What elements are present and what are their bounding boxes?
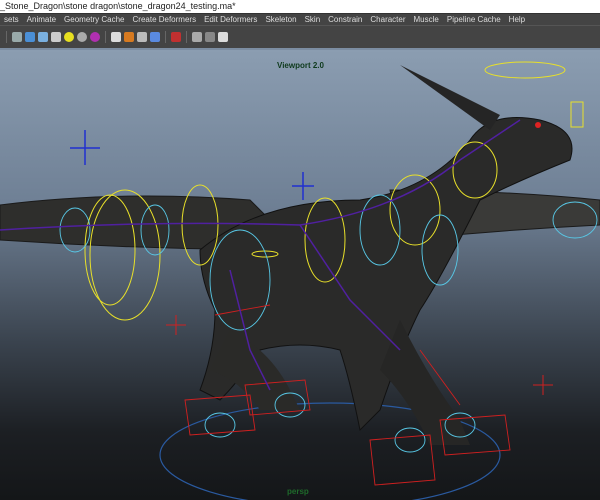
viewport-toolbar — [0, 26, 600, 48]
menu-item[interactable]: Pipeline Cache — [443, 14, 505, 25]
xray-joints-icon[interactable] — [205, 32, 215, 42]
smooth-shade-icon[interactable] — [25, 32, 35, 42]
isolate-select-icon[interactable] — [171, 32, 181, 42]
menu-item[interactable]: Edit Deformers — [200, 14, 261, 25]
dragon-scene[interactable] — [0, 50, 600, 500]
toolbar-separator — [105, 31, 106, 43]
motion-blur-icon[interactable] — [150, 32, 160, 42]
menu-item[interactable]: Skin — [301, 14, 325, 25]
window-title: _Stone_Dragon\stone dragon\stone_dragon2… — [0, 0, 600, 13]
menu-item[interactable]: Help — [505, 14, 529, 25]
menu-item[interactable]: Constrain — [324, 14, 366, 25]
lights-all-icon[interactable] — [77, 32, 87, 42]
lights-selected-icon[interactable] — [90, 32, 100, 42]
menu-item[interactable]: Skeleton — [261, 14, 300, 25]
menu-item[interactable]: Character — [366, 14, 409, 25]
toolbar-separator — [186, 31, 187, 43]
menu-item[interactable]: Animate — [23, 14, 60, 25]
dragon-eye — [535, 122, 541, 128]
menu-item[interactable]: Create Deformers — [129, 14, 201, 25]
wireframe-icon[interactable] — [12, 32, 22, 42]
camera-label: persp — [287, 487, 309, 496]
textured-icon[interactable] — [51, 32, 61, 42]
menu-item[interactable]: Geometry Cache — [60, 14, 128, 25]
toolbar-separator — [6, 31, 7, 43]
dragon-horn — [400, 65, 500, 130]
ambient-occlusion-icon[interactable] — [137, 32, 147, 42]
shadows-icon[interactable] — [124, 32, 134, 42]
face-control — [570, 101, 584, 128]
menu-item[interactable]: Muscle — [410, 14, 443, 25]
renderer-label: Viewport 2.0 — [277, 61, 324, 70]
lights-default-icon[interactable] — [64, 32, 74, 42]
menu-bar: sets Animate Geometry Cache Create Deformer… — [0, 13, 600, 26]
xray-icon[interactable] — [192, 32, 202, 42]
shade-wire-icon[interactable] — [38, 32, 48, 42]
viewport-panel[interactable]: Viewport 2.0 persp — [0, 48, 600, 500]
menu-item[interactable]: sets — [0, 14, 23, 25]
camera-icon[interactable] — [111, 32, 121, 42]
toolbar-separator — [165, 31, 166, 43]
dragon-leg-front — [380, 320, 470, 445]
share-icon[interactable] — [218, 32, 228, 42]
